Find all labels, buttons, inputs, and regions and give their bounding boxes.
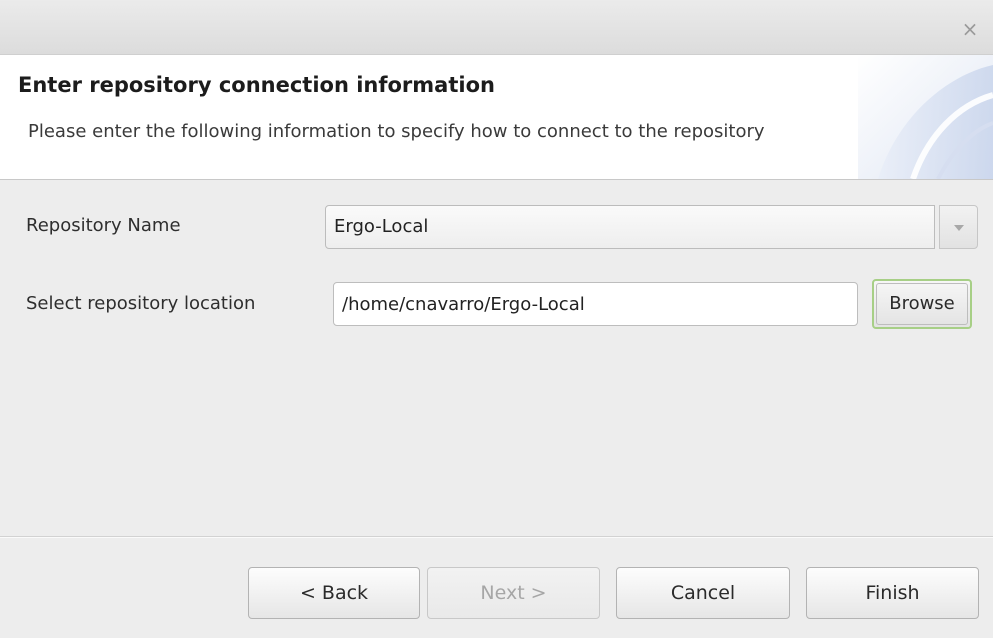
repository-name-label: Repository Name (26, 215, 181, 236)
next-button: Next > (427, 567, 600, 619)
repository-name-combobox[interactable]: Ergo-Local (325, 205, 978, 251)
wizard-banner-graphic-icon (858, 55, 993, 179)
dropdown-button[interactable] (939, 205, 978, 249)
close-icon[interactable]: × (959, 18, 981, 40)
repository-location-input[interactable] (333, 282, 858, 326)
wizard-header-banner: Enter repository connection information … (0, 55, 993, 180)
footer-separator (0, 536, 993, 538)
back-button[interactable]: < Back (248, 567, 420, 619)
repository-name-field[interactable]: Ergo-Local (325, 205, 935, 249)
page-description: Please enter the following information t… (28, 121, 765, 142)
cancel-button[interactable]: Cancel (616, 567, 790, 619)
repository-wizard-dialog: × Enter repository connection informatio… (0, 0, 993, 638)
browse-button[interactable]: Browse (872, 279, 972, 329)
finish-button[interactable]: Finish (806, 567, 979, 619)
browse-button-label: Browse (876, 283, 968, 325)
page-title: Enter repository connection information (18, 73, 495, 97)
repository-location-label: Select repository location (26, 293, 256, 314)
chevron-down-icon (954, 225, 964, 231)
title-bar: × (0, 0, 993, 55)
